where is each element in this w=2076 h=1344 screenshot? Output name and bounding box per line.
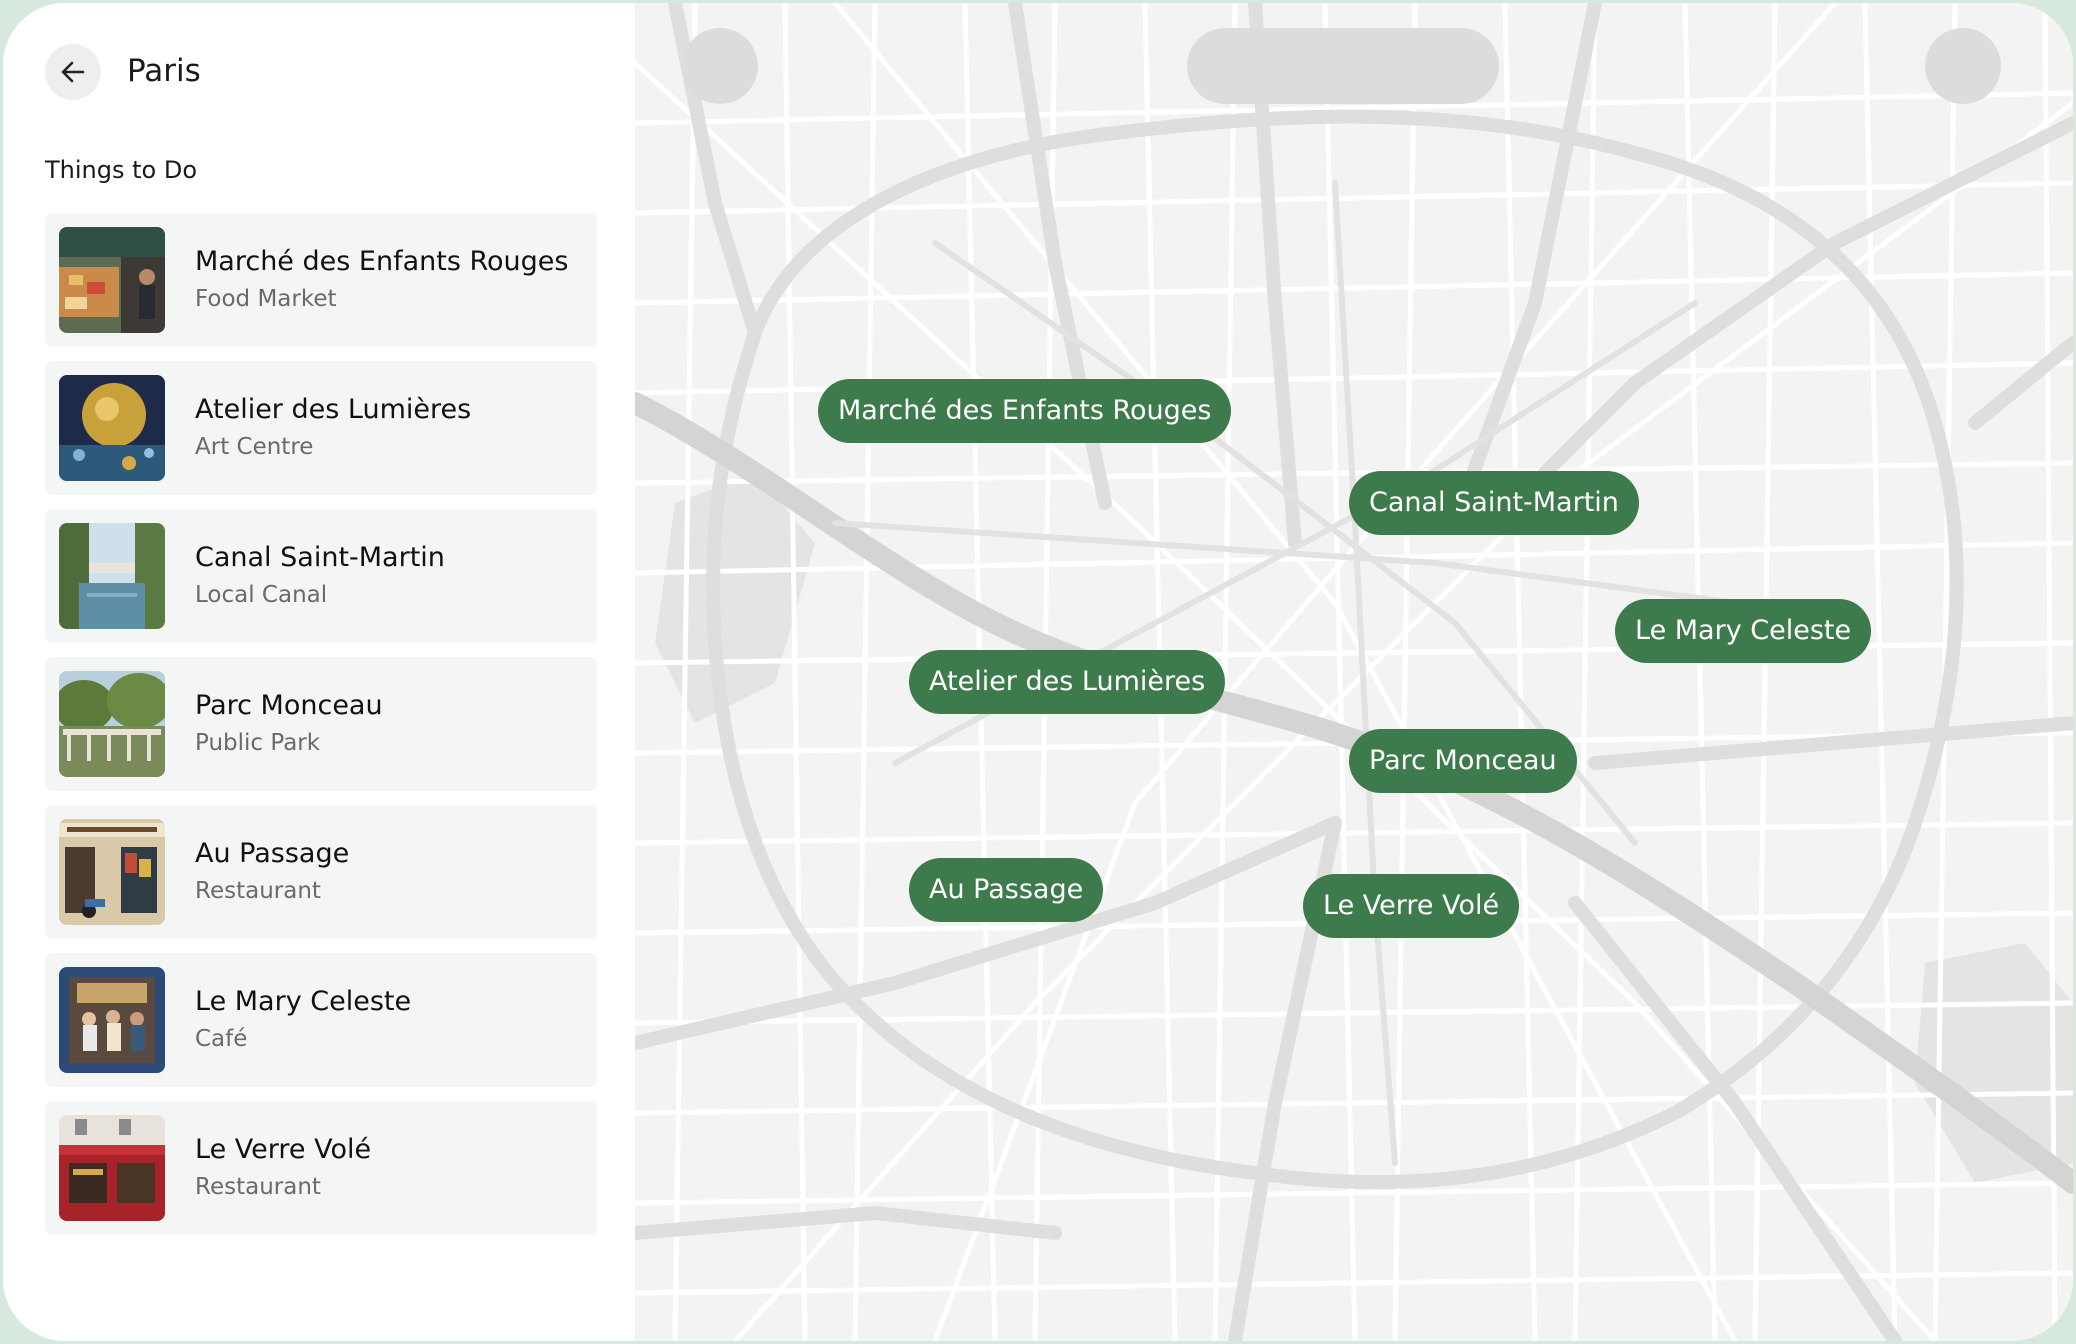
back-button[interactable] <box>45 44 101 100</box>
place-category: Restaurant <box>195 878 321 904</box>
map-pin-verre-vole[interactable]: Le Verre Volé <box>1303 874 1520 938</box>
map-control-left[interactable] <box>682 28 758 104</box>
map-roads <box>635 3 2073 1341</box>
sidebar: Paris Things to Do Marché des Enfants Ro… <box>3 3 635 1341</box>
place-thumbnail <box>59 819 165 925</box>
place-category: Restaurant <box>195 1174 321 1200</box>
place-category: Art Centre <box>195 434 314 460</box>
map-view[interactable]: Marché des Enfants Rouges Canal Saint-Ma… <box>635 3 2073 1341</box>
map-search-pill[interactable] <box>1187 28 1499 104</box>
place-thumbnail <box>59 967 165 1073</box>
place-card-marche[interactable]: Marché des Enfants Rouges Food Market <box>45 213 597 347</box>
place-name: Atelier des Lumières <box>195 394 472 425</box>
place-category: Food Market <box>195 286 337 312</box>
place-thumbnail <box>59 671 165 777</box>
app-window: Paris Things to Do Marché des Enfants Ro… <box>3 3 2073 1341</box>
place-thumbnail <box>59 375 165 481</box>
place-thumbnail <box>59 523 165 629</box>
place-card-au-passage[interactable]: Au Passage Restaurant <box>45 805 597 939</box>
page-title: Paris <box>127 53 201 89</box>
place-category: Public Park <box>195 730 321 756</box>
section-heading: Things to Do <box>45 156 198 184</box>
map-pin-marche[interactable]: Marché des Enfants Rouges <box>818 379 1232 443</box>
place-card-canal[interactable]: Canal Saint-Martin Local Canal <box>45 509 597 643</box>
arrow-left-icon <box>61 61 85 83</box>
place-category: Café <box>195 1026 248 1052</box>
place-thumbnail <box>59 1115 165 1221</box>
place-card-parc[interactable]: Parc Monceau Public Park <box>45 657 597 791</box>
map-pin-parc[interactable]: Parc Monceau <box>1349 729 1577 793</box>
place-name: Parc Monceau <box>195 690 383 721</box>
map-pin-mary-celeste[interactable]: Le Mary Celeste <box>1615 599 1872 663</box>
map-pin-canal[interactable]: Canal Saint-Martin <box>1349 471 1639 535</box>
place-card-mary-celeste[interactable]: Le Mary Celeste Café <box>45 953 597 1087</box>
map-pin-au-passage[interactable]: Au Passage <box>909 858 1104 922</box>
place-category: Local Canal <box>195 582 328 608</box>
place-name: Le Verre Volé <box>195 1134 372 1165</box>
place-card-atelier[interactable]: Atelier des Lumières Art Centre <box>45 361 597 495</box>
place-name: Au Passage <box>195 838 350 869</box>
place-card-verre-vole[interactable]: Le Verre Volé Restaurant <box>45 1101 597 1235</box>
places-list: Marché des Enfants Rouges Food Market At… <box>45 213 597 1249</box>
map-control-right[interactable] <box>1925 28 2001 104</box>
place-name: Marché des Enfants Rouges <box>195 246 569 277</box>
place-name: Canal Saint-Martin <box>195 542 445 573</box>
map-pin-atelier[interactable]: Atelier des Lumières <box>909 650 1226 714</box>
place-thumbnail <box>59 227 165 333</box>
place-name: Le Mary Celeste <box>195 986 412 1017</box>
